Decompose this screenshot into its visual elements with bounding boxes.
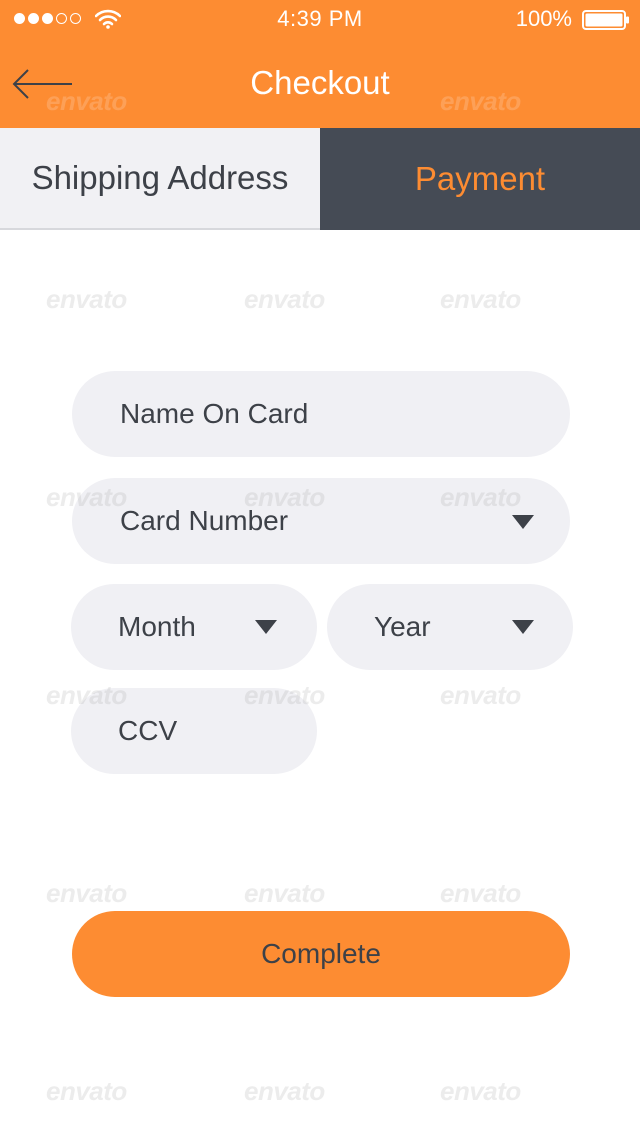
watermark: envato [440, 878, 521, 908]
caret-down-icon [255, 620, 277, 634]
month-select[interactable]: Month [71, 584, 317, 670]
card-number-field[interactable]: Card Number [72, 478, 570, 564]
app-header: 4:39 PM 100% Checkout [0, 0, 640, 128]
year-select[interactable]: Year [327, 584, 573, 670]
watermark: envato [244, 1076, 325, 1106]
caret-down-icon [512, 620, 534, 634]
back-button[interactable] [8, 62, 78, 106]
page-title: Checkout [250, 64, 390, 101]
watermark: envato [46, 878, 127, 908]
tab-payment[interactable]: Payment [320, 128, 640, 230]
watermark: envato [46, 1076, 127, 1106]
checkout-tabs: Shipping Address Payment [0, 128, 640, 230]
status-bar: 4:39 PM 100% [0, 0, 640, 40]
checkout-screen: 4:39 PM 100% Checkout Shipping Address P… [0, 0, 640, 1136]
arrow-left-icon [12, 69, 72, 99]
ccv-field[interactable]: CCV [71, 688, 317, 774]
name-on-card-field[interactable]: Name On Card [72, 371, 570, 457]
watermark: envato [440, 1076, 521, 1106]
watermark: envato [244, 878, 325, 908]
battery-icon [582, 10, 629, 30]
complete-button[interactable]: Complete [72, 911, 570, 997]
name-on-card-placeholder: Name On Card [120, 398, 309, 429]
ccv-placeholder: CCV [118, 715, 178, 746]
watermark: envato [46, 284, 127, 314]
battery-percent: 100% [515, 6, 572, 31]
watermark: envato [440, 284, 521, 314]
caret-down-icon [512, 515, 534, 529]
watermark: envato [440, 680, 521, 710]
card-number-placeholder: Card Number [120, 505, 289, 536]
year-placeholder: Year [374, 611, 431, 642]
watermark: envato [244, 284, 325, 314]
tab-shipping-address[interactable]: Shipping Address [0, 128, 320, 230]
month-placeholder: Month [118, 611, 196, 642]
